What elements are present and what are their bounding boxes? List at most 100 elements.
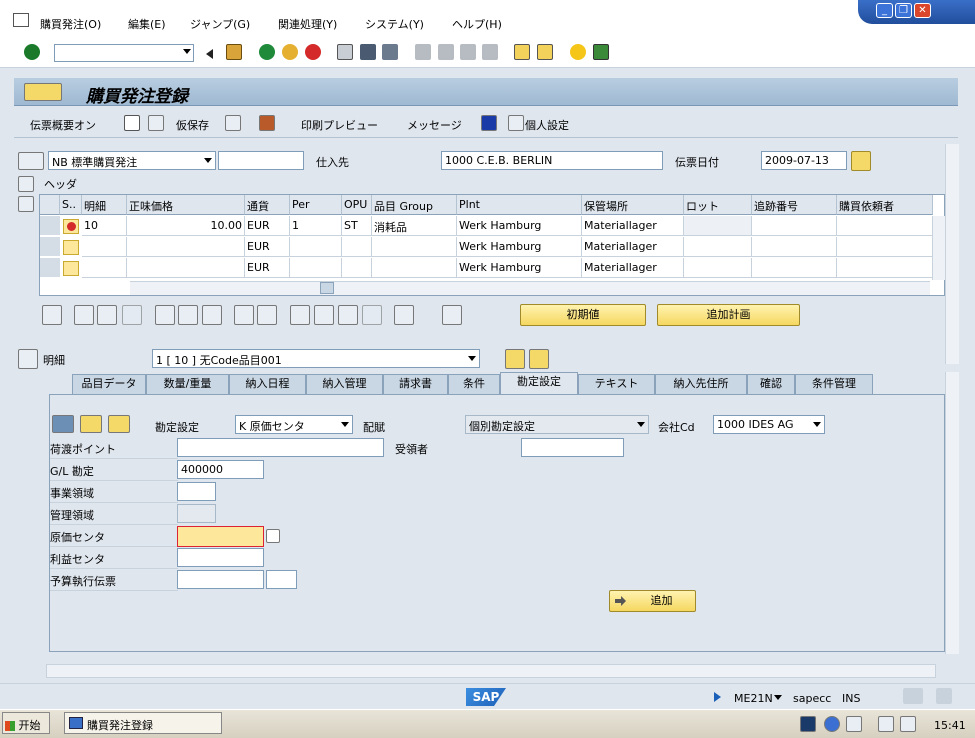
menu-icon[interactable] xyxy=(13,13,29,27)
cell-batch[interactable] xyxy=(684,258,752,278)
col-net-price[interactable]: 正味価格 xyxy=(127,195,245,215)
row-selector[interactable] xyxy=(40,258,60,278)
col-tracking-number[interactable]: 追跡番号 xyxy=(752,195,837,215)
print-icon[interactable] xyxy=(337,44,353,60)
cell-plant[interactable]: Werk Hamburg xyxy=(457,258,582,278)
chevron-down-icon[interactable] xyxy=(204,158,212,163)
default-values-button[interactable]: 初期値 xyxy=(520,304,646,326)
status-arrow-icon[interactable] xyxy=(714,692,721,702)
menu-environment[interactable]: 関連処理(Y) xyxy=(278,16,337,32)
status-icon[interactable] xyxy=(63,240,79,255)
po-number-input[interactable] xyxy=(218,151,304,170)
back-icon[interactable] xyxy=(259,44,275,60)
tab-quantities-weights[interactable]: 数量/重量 xyxy=(146,374,229,394)
recipient-input[interactable] xyxy=(521,438,624,457)
new-session-icon[interactable] xyxy=(514,44,530,60)
doc-overview-button[interactable]: 伝票概要オン xyxy=(30,117,96,133)
cell-item[interactable] xyxy=(82,258,127,278)
tab-conditions[interactable]: 条件 xyxy=(448,374,500,394)
menu-button-icon[interactable] xyxy=(24,83,62,101)
row-selector[interactable] xyxy=(40,216,60,236)
status-dropdown-icon[interactable] xyxy=(774,695,782,700)
budget-doc-item-input[interactable] xyxy=(266,570,297,589)
personal-settings-button[interactable]: 個人設定 xyxy=(525,117,569,133)
cell-item[interactable] xyxy=(82,237,127,257)
prev-page-icon[interactable] xyxy=(438,44,454,60)
status-error-icon[interactable] xyxy=(63,219,79,234)
col-currency[interactable]: 通貨 xyxy=(245,195,290,215)
table-settings-icon[interactable] xyxy=(40,195,60,215)
text-icon[interactable] xyxy=(442,305,462,325)
copy-item-icon[interactable] xyxy=(74,305,94,325)
scroll-thumb[interactable] xyxy=(320,282,334,294)
last-page-icon[interactable] xyxy=(482,44,498,60)
info-icon[interactable] xyxy=(481,115,497,131)
tab-invoice[interactable]: 請求書 xyxy=(383,374,448,394)
hold-button[interactable]: 仮保存 xyxy=(176,117,209,133)
filter-settings-icon[interactable] xyxy=(338,305,358,325)
copy-all-icon[interactable] xyxy=(97,305,117,325)
col-per[interactable]: Per xyxy=(290,195,342,215)
status-icon[interactable] xyxy=(63,261,79,276)
page-horizontal-scrollbar[interactable] xyxy=(46,664,936,678)
items-expand-icon[interactable] xyxy=(18,196,34,212)
tab-material-data[interactable]: 品目データ xyxy=(72,374,146,394)
shortcut-icon[interactable] xyxy=(537,44,553,60)
check-icon[interactable] xyxy=(225,115,241,131)
menu-system[interactable]: システム(Y) xyxy=(365,16,424,32)
col-status[interactable]: S.. xyxy=(60,195,82,215)
help-tray-icon[interactable] xyxy=(824,716,840,732)
back-arrow-icon[interactable] xyxy=(206,49,213,59)
col-batch[interactable]: ロット xyxy=(684,195,752,215)
tab-delivery-address[interactable]: 納入先住所 xyxy=(655,374,747,394)
minimize-button[interactable]: _ xyxy=(876,3,893,18)
create-icon[interactable] xyxy=(124,115,140,131)
pen-tray-icon[interactable] xyxy=(846,716,862,732)
maximize-button[interactable]: ❐ xyxy=(895,3,912,18)
cell-per[interactable] xyxy=(290,258,342,278)
doctype-select[interactable]: NB 標準購買発注 xyxy=(48,151,216,170)
close-button[interactable]: ✕ xyxy=(914,3,931,18)
cell-net-price[interactable]: 10.00 xyxy=(127,216,245,236)
cell-batch[interactable] xyxy=(684,237,752,257)
col-plant[interactable]: Plnt xyxy=(457,195,582,215)
cell-material-group[interactable] xyxy=(372,237,457,257)
col-storage-location[interactable]: 保管場所 xyxy=(582,195,684,215)
menu-help[interactable]: ヘルプ(H) xyxy=(452,16,502,32)
row-selector[interactable] xyxy=(40,237,60,257)
cell-currency[interactable]: EUR xyxy=(245,216,290,236)
cost-center-input[interactable] xyxy=(177,526,264,547)
add-button[interactable]: 追加 xyxy=(609,590,696,612)
menu-edit[interactable]: 編集(E) xyxy=(128,16,166,32)
cell-requisitioner[interactable] xyxy=(837,258,933,278)
tray-icon[interactable] xyxy=(800,716,816,732)
exit-icon[interactable] xyxy=(282,44,298,60)
table-vertical-scrollbar[interactable] xyxy=(932,216,946,280)
page-vertical-scrollbar[interactable] xyxy=(945,144,959,364)
col-material-group[interactable]: 品目 Group xyxy=(372,195,457,215)
vendor-input[interactable]: 1000 C.E.B. BERLIN xyxy=(441,151,663,170)
unloading-point-input[interactable] xyxy=(177,438,384,457)
gl-account-input[interactable]: 400000 xyxy=(177,460,264,479)
next-item-icon[interactable] xyxy=(529,349,549,369)
next-page-icon[interactable] xyxy=(460,44,476,60)
other-po-icon[interactable] xyxy=(148,115,164,131)
header-expand-icon[interactable] xyxy=(18,176,34,192)
cell-opu[interactable]: ST xyxy=(342,216,372,236)
acct-assign-select[interactable]: K 原価センタ xyxy=(235,415,353,434)
cell-currency[interactable]: EUR xyxy=(245,258,290,278)
cell-storage-location[interactable]: Materiallager xyxy=(582,237,684,257)
cell-per[interactable] xyxy=(290,237,342,257)
find-icon[interactable] xyxy=(360,44,376,60)
tab-delivery-schedule[interactable]: 納入日程 xyxy=(229,374,306,394)
cell-storage-location[interactable]: Materiallager xyxy=(582,258,684,278)
cell-item[interactable]: 10 xyxy=(82,216,127,236)
details-icon[interactable] xyxy=(42,305,62,325)
cell-per[interactable]: 1 xyxy=(290,216,342,236)
messages-button[interactable]: メッセージ xyxy=(407,117,462,133)
cart-icon[interactable] xyxy=(18,152,44,170)
print-preview-icon[interactable] xyxy=(259,115,275,131)
cell-opu[interactable] xyxy=(342,258,372,278)
tab-account-assignment[interactable]: 勘定設定 xyxy=(500,372,578,394)
personal-settings-icon[interactable] xyxy=(508,115,524,131)
